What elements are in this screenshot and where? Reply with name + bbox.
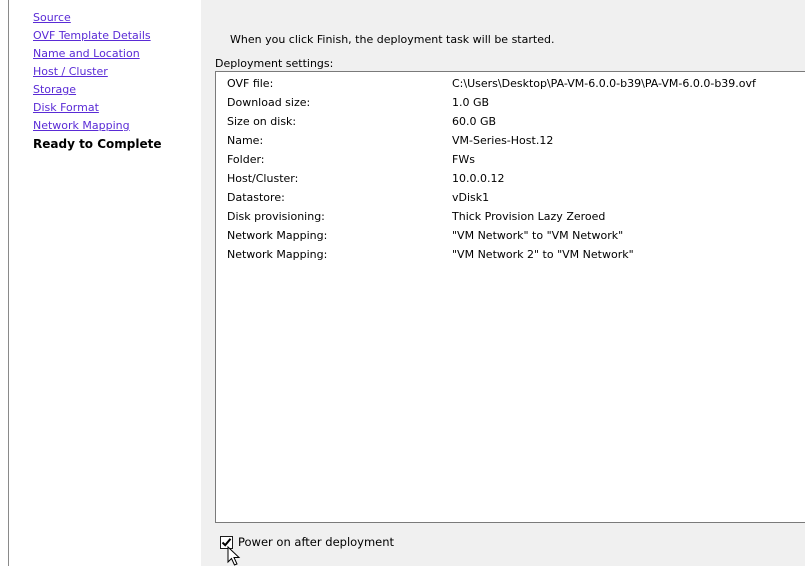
wizard-window: Source OVF Template Details Name and Loc… — [0, 0, 805, 566]
setting-key: Name: — [227, 134, 264, 147]
setting-key: Host/Cluster: — [227, 172, 299, 185]
settings-row: Size on disk: 60.0 GB — [216, 112, 805, 131]
setting-key: Network Mapping: — [227, 248, 328, 261]
settings-row: Datastore: vDisk1 — [216, 188, 805, 207]
step-link-source[interactable]: Source — [33, 9, 162, 27]
setting-value: Thick Provision Lazy Zeroed — [452, 210, 606, 223]
power-on-checkbox-row[interactable]: Power on after deployment — [220, 534, 394, 550]
setting-value: "VM Network" to "VM Network" — [452, 229, 624, 242]
power-on-label: Power on after deployment — [238, 535, 395, 549]
setting-key: Download size: — [227, 96, 311, 109]
setting-value: VM-Series-Host.12 — [452, 134, 554, 147]
setting-key: Size on disk: — [227, 115, 297, 128]
step-current-ready-to-complete: Ready to Complete — [33, 137, 162, 151]
deployment-settings-label: Deployment settings: — [215, 57, 334, 70]
setting-key: Network Mapping: — [227, 229, 328, 242]
step-link-network-mapping[interactable]: Network Mapping — [33, 117, 162, 135]
step-link-storage[interactable]: Storage — [33, 81, 162, 99]
setting-value: 1.0 GB — [452, 96, 490, 109]
wizard-steps-panel: Source OVF Template Details Name and Loc… — [8, 0, 202, 566]
settings-row: Name: VM-Series-Host.12 — [216, 131, 805, 150]
setting-key: Datastore: — [227, 191, 285, 204]
settings-row: Download size: 1.0 GB — [216, 93, 805, 112]
step-link-ovf-template-details[interactable]: OVF Template Details — [33, 27, 162, 45]
intro-text: When you click Finish, the deployment ta… — [230, 33, 555, 46]
settings-row: Disk provisioning: Thick Provision Lazy … — [216, 207, 805, 226]
step-link-disk-format[interactable]: Disk Format — [33, 99, 162, 117]
setting-value: 10.0.0.12 — [452, 172, 505, 185]
deployment-settings-list: OVF file: C:\Users\Desktop\PA-VM-6.0.0-b… — [215, 71, 805, 523]
settings-row: Folder: FWs — [216, 150, 805, 169]
settings-row: Network Mapping: "VM Network 2" to "VM N… — [216, 245, 805, 264]
step-link-host-cluster[interactable]: Host / Cluster — [33, 63, 162, 81]
setting-key: Folder: — [227, 153, 265, 166]
ready-to-complete-panel: When you click Finish, the deployment ta… — [201, 0, 805, 566]
mouse-pointer-icon — [227, 546, 241, 566]
setting-value: C:\Users\Desktop\PA-VM-6.0.0-b39\PA-VM-6… — [452, 77, 756, 90]
setting-value: vDisk1 — [452, 191, 490, 204]
setting-value: FWs — [452, 153, 475, 166]
setting-value: "VM Network 2" to "VM Network" — [452, 248, 634, 261]
settings-row: Host/Cluster: 10.0.0.12 — [216, 169, 805, 188]
setting-key: Disk provisioning: — [227, 210, 325, 223]
settings-row: Network Mapping: "VM Network" to "VM Net… — [216, 226, 805, 245]
setting-value: 60.0 GB — [452, 115, 497, 128]
setting-key: OVF file: — [227, 77, 274, 90]
wizard-steps-list: Source OVF Template Details Name and Loc… — [33, 9, 162, 153]
settings-row: OVF file: C:\Users\Desktop\PA-VM-6.0.0-b… — [216, 74, 805, 93]
step-link-name-and-location[interactable]: Name and Location — [33, 45, 162, 63]
